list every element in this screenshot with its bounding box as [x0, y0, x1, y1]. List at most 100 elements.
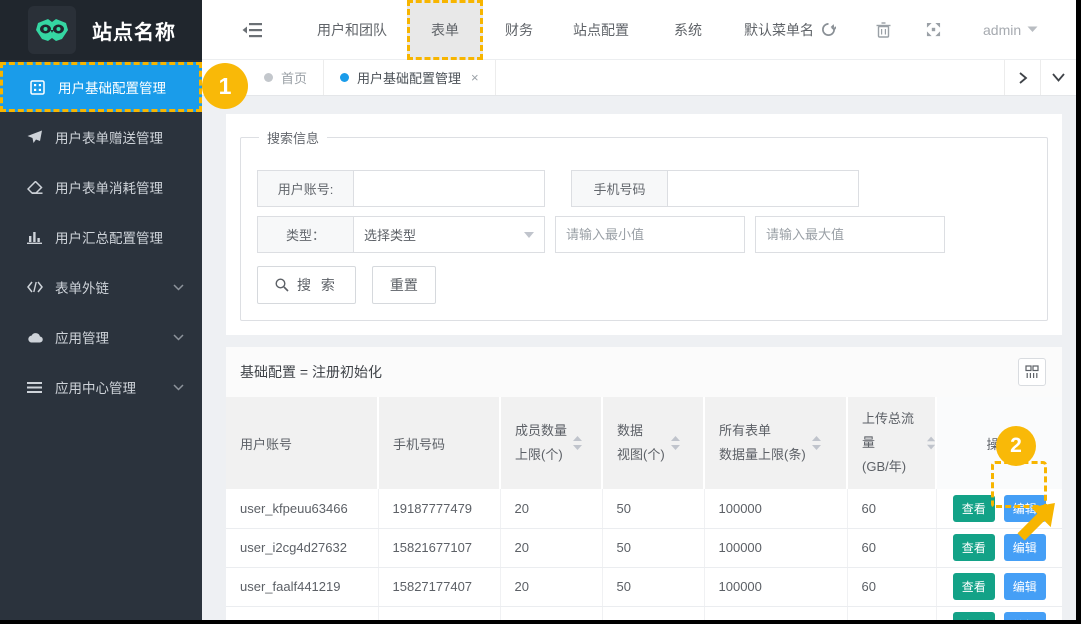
type-select[interactable]: 选择类型: [354, 217, 544, 252]
nav-item-default-menu-label: 默认菜单名: [744, 20, 814, 40]
sort-caret-icon[interactable]: [671, 436, 680, 450]
site-title: 站点名称: [92, 16, 176, 45]
app-logo: [28, 6, 76, 54]
sort-caret-icon[interactable]: [573, 436, 582, 450]
trash-icon[interactable]: [876, 22, 891, 38]
cell-member-limit: 20: [500, 528, 602, 567]
nav-item-users-teams[interactable]: 用户和团队: [317, 20, 387, 40]
sidebar-item-summary-config[interactable]: 用户汇总配置管理: [0, 212, 202, 262]
annotation-step-2-badge: 2: [996, 426, 1036, 466]
type-label: 类型：: [258, 217, 354, 252]
type-field-group: 类型： 选择类型: [257, 216, 545, 253]
chevron-down-icon: [173, 284, 184, 291]
tab-scroll-right-button[interactable]: [1004, 60, 1040, 95]
cell-account: user_i2cg4d27632: [226, 528, 378, 567]
nav-item-system[interactable]: 系统: [674, 20, 702, 40]
account-input[interactable]: [354, 171, 544, 206]
refresh-icon[interactable]: [821, 22, 836, 37]
sidebar-item-label: 表单外链: [55, 277, 109, 297]
paper-plane-icon: [26, 130, 43, 144]
table-row: user_xaymrw436... 19124655489 20 50 1000…: [226, 606, 1062, 620]
eraser-icon: [26, 181, 43, 194]
col-header-upload-traffic[interactable]: 上传总流量 (GB/年): [847, 397, 936, 489]
nav-item-default-menu[interactable]: 默认菜单名: [744, 20, 836, 40]
edit-button[interactable]: 编辑: [1004, 612, 1046, 620]
table-row: user_faalf441219 15827177407 20 50 10000…: [226, 567, 1062, 606]
cell-phone: 19124655489: [378, 606, 500, 620]
tab-home-dot-icon: [264, 73, 273, 82]
sidebar-item-form-external-link[interactable]: 表单外链: [0, 262, 202, 312]
top-header: 用户和团队 表单 财务 站点配置 系统 默认菜单名 admin: [202, 0, 1076, 60]
cell-upload: 60: [847, 567, 936, 606]
search-button-label: 搜 索: [297, 275, 338, 295]
column-settings-button[interactable]: [1018, 358, 1046, 386]
cell-data-views: 50: [602, 528, 704, 567]
search-button[interactable]: 搜 索: [257, 266, 356, 304]
tab-bar: 首页 用户基础配置管理 ×: [202, 60, 1076, 96]
col-header-data-limit[interactable]: 所有表单 数据量上限(条): [704, 397, 847, 489]
search-icon: [275, 278, 289, 292]
table-row: user_i2cg4d27632 15821677107 20 50 10000…: [226, 528, 1062, 567]
sort-caret-icon[interactable]: [812, 436, 821, 450]
user-menu-label: admin: [983, 22, 1021, 38]
cell-upload: 60: [847, 528, 936, 567]
max-value-input[interactable]: [755, 216, 945, 253]
cell-data-limit: 100000: [704, 606, 847, 620]
sidebar-item-form-gift[interactable]: 用户表单赠送管理: [0, 112, 202, 162]
select-caret-icon: [524, 232, 534, 238]
view-button[interactable]: 查看: [953, 573, 995, 600]
arrow-right-icon: [1018, 72, 1028, 84]
cell-data-views: 50: [602, 489, 704, 528]
view-button[interactable]: 查看: [953, 612, 995, 620]
view-button[interactable]: 查看: [953, 495, 995, 522]
nav-item-site-config[interactable]: 站点配置: [573, 20, 629, 40]
building-grid-icon: [29, 80, 46, 95]
chevron-down-icon: [1027, 26, 1038, 33]
cell-member-limit: 20: [500, 567, 602, 606]
phone-field-group: 手机号码: [571, 170, 859, 207]
cell-upload: 60: [847, 489, 936, 528]
main-content: 搜索信息 用户账号: 手机号码 类型： 选择类型: [202, 96, 1076, 620]
tab-menu-dropdown-button[interactable]: [1040, 60, 1076, 95]
phone-input[interactable]: [668, 171, 858, 206]
sidebar-item-user-base-config[interactable]: 用户基础配置管理: [0, 62, 202, 112]
sidebar-item-label: 用户基础配置管理: [58, 77, 166, 97]
cell-data-limit: 100000: [704, 489, 847, 528]
min-value-input[interactable]: [555, 216, 745, 253]
bar-chart-icon: [26, 230, 43, 244]
nav-item-forms[interactable]: 表单: [407, 0, 483, 60]
reset-button-label: 重置: [390, 275, 418, 295]
table-row: user_kfpeuu63466 19187777479 20 50 10000…: [226, 489, 1062, 528]
cell-phone: 15821677107: [378, 528, 500, 567]
tab-close-icon[interactable]: ×: [471, 70, 479, 85]
list-menu-icon: [26, 382, 43, 393]
sidebar: 用户基础配置管理 用户表单赠送管理 用户表单消耗管理 用户汇总配置管理: [0, 60, 202, 620]
edit-button[interactable]: 编辑: [1004, 573, 1046, 600]
sort-caret-icon[interactable]: [927, 436, 935, 450]
cell-member-limit: 20: [500, 606, 602, 620]
tab-home[interactable]: 首页: [248, 60, 324, 95]
table-card: 基础配置 = 注册初始化 用户账号 手机号码: [226, 347, 1062, 620]
menu-collapse-icon[interactable]: [242, 22, 262, 38]
fullscreen-icon[interactable]: [926, 22, 941, 37]
chevron-down-icon: [173, 384, 184, 391]
search-legend: 搜索信息: [259, 128, 327, 147]
window-border-right: [1076, 0, 1081, 624]
tab-user-base-config[interactable]: 用户基础配置管理 ×: [324, 60, 496, 95]
search-fieldset: 搜索信息 用户账号: 手机号码 类型： 选择类型: [240, 128, 1048, 321]
view-button[interactable]: 查看: [953, 534, 995, 561]
sidebar-item-app-center-management[interactable]: 应用中心管理: [0, 362, 202, 412]
account-field-group: 用户账号:: [257, 170, 545, 207]
col-header-data-views[interactable]: 数据 视图(个): [602, 397, 704, 489]
nav-item-finance[interactable]: 财务: [505, 20, 533, 40]
sidebar-item-form-consume[interactable]: 用户表单消耗管理: [0, 162, 202, 212]
reset-button[interactable]: 重置: [372, 266, 436, 304]
sidebar-item-app-management[interactable]: 应用管理: [0, 312, 202, 362]
type-select-value: 选择类型: [364, 225, 416, 244]
tab-active-dot-icon: [340, 73, 349, 82]
col-header-member-limit[interactable]: 成员数量 上限(个): [500, 397, 602, 489]
user-menu[interactable]: admin: [983, 22, 1038, 38]
phone-label: 手机号码: [572, 171, 668, 206]
cell-account: user_kfpeuu63466: [226, 489, 378, 528]
column-settings-icon: [1025, 365, 1039, 379]
